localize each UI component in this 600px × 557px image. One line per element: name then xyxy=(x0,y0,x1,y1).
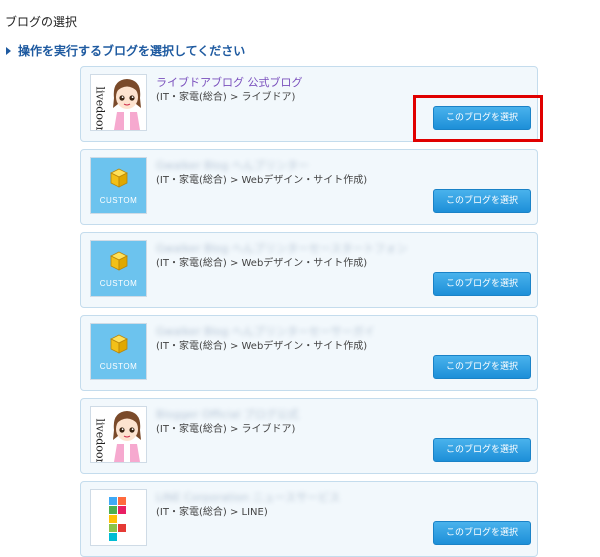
blog-category: (IT・家電(総合) > Webデザイン・サイト作成) xyxy=(156,341,368,352)
blog-category: (IT・家電(総合) > Webデザイン・サイト作成) xyxy=(156,175,368,186)
cube-icon xyxy=(110,334,128,354)
blog-card: livedoor Blogger Official ブログ公式 (IT・家電(総… xyxy=(80,398,538,474)
blog-category: (IT・家電(総合) > Webデザイン・サイト作成) xyxy=(156,258,368,269)
blog-card: CUSTOM Gwalker Blog へんブリンターセーサーガイ (IT・家電… xyxy=(80,315,538,391)
select-blog-button[interactable]: このブログを選択 xyxy=(433,355,531,379)
blog-category: (IT・家電(総合) > ライブドア) xyxy=(156,92,296,103)
custom-thumbnail: CUSTOM xyxy=(90,323,147,380)
instruction-heading: 操作を実行するブログを選択してください xyxy=(6,42,245,59)
custom-label: CUSTOM xyxy=(99,196,138,205)
blog-card: LINE Corporation ニュースサービス (IT・家電(総合) > L… xyxy=(80,481,538,557)
line-thumbnail xyxy=(90,489,147,546)
highlight-annotation xyxy=(413,95,543,142)
instruction-text: 操作を実行するブログを選択してください xyxy=(18,44,246,58)
blog-card: CUSTOM Gwalker Blog へんブリンター (IT・家電(総合) >… xyxy=(80,149,538,225)
custom-thumbnail: CUSTOM xyxy=(90,157,147,214)
custom-thumbnail: CUSTOM xyxy=(90,240,147,297)
blog-category: (IT・家電(総合) > ライブドア) xyxy=(156,424,296,435)
line-blocks-icon xyxy=(109,497,126,541)
select-blog-button[interactable]: このブログを選択 xyxy=(433,189,531,213)
page-title: ブログの選択 xyxy=(5,15,78,29)
cube-icon xyxy=(110,251,128,271)
livedoor-thumbnail: livedoor xyxy=(90,406,147,463)
livedoor-logo-text: livedoor xyxy=(93,86,107,131)
custom-label: CUSTOM xyxy=(99,362,138,371)
select-blog-button[interactable]: このブログを選択 xyxy=(433,438,531,462)
select-blog-button[interactable]: このブログを選択 xyxy=(433,521,531,545)
livedoor-character-icon xyxy=(113,79,141,130)
livedoor-character-icon xyxy=(113,411,141,462)
livedoor-logo-text: livedoor xyxy=(93,418,107,463)
blog-card: CUSTOM Gwalker Blog へんブリンターセースタートフォン (IT… xyxy=(80,232,538,308)
blog-category: (IT・家電(総合) > LINE) xyxy=(156,507,268,518)
livedoor-thumbnail: livedoor xyxy=(90,74,147,131)
cube-icon xyxy=(110,168,128,188)
custom-label: CUSTOM xyxy=(99,279,138,288)
select-blog-button[interactable]: このブログを選択 xyxy=(433,272,531,296)
triangle-bullet-icon xyxy=(6,46,11,55)
